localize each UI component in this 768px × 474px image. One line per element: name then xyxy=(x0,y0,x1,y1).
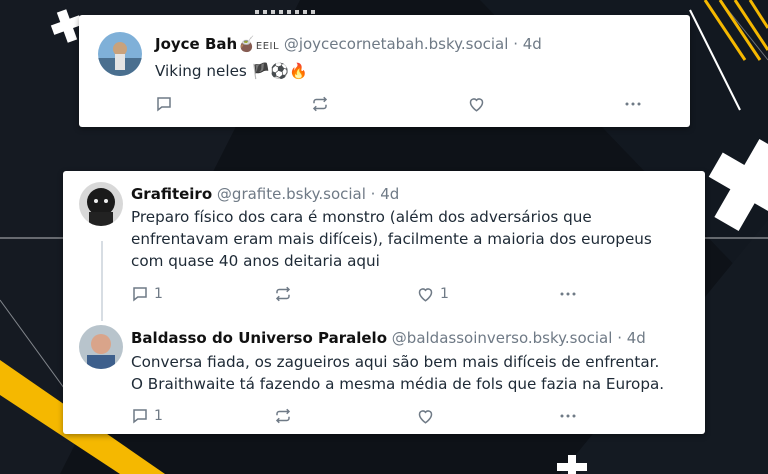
reply-icon xyxy=(133,287,147,302)
author-name[interactable]: Joyce Bah xyxy=(155,35,237,53)
more-button[interactable] xyxy=(623,93,643,115)
post-card: Joyce Bah🧉EEIL @joycecornetabah.bsky.soc… xyxy=(79,15,690,127)
author-handle[interactable]: @grafite.bsky.social xyxy=(217,185,366,203)
reply-button[interactable]: 1 xyxy=(131,405,163,427)
repost-icon xyxy=(312,96,328,112)
post-header: Joyce Bah🧉EEIL @joycecornetabah.bsky.soc… xyxy=(155,34,542,57)
post-emojis: 🏴⚽🔥 xyxy=(251,62,308,80)
repost-button[interactable] xyxy=(273,405,293,427)
author-badge: EEIL xyxy=(255,41,280,52)
avatar[interactable] xyxy=(79,325,123,369)
repost-button[interactable] xyxy=(310,93,330,115)
repost-icon xyxy=(275,286,291,302)
reply-count: 1 xyxy=(154,286,163,302)
post-text: Preparo físico dos cara é monstro (além … xyxy=(131,206,652,272)
more-button[interactable] xyxy=(558,405,578,427)
post-age[interactable]: · 4d xyxy=(371,185,400,203)
post-text-line: O Braithwaite tá fazendo a mesma média d… xyxy=(131,375,665,393)
post-actions xyxy=(155,93,675,115)
reply-icon xyxy=(157,97,171,112)
like-count: 1 xyxy=(440,286,449,302)
more-icon xyxy=(560,414,576,418)
post-header: Baldasso do Universo Paralelo @baldassoi… xyxy=(131,328,646,348)
post-actions: 1 xyxy=(131,405,651,427)
author-name[interactable]: Grafiteiro xyxy=(131,185,212,203)
reply-icon xyxy=(133,409,147,424)
avatar[interactable] xyxy=(79,182,123,226)
repost-button[interactable] xyxy=(273,283,293,305)
post-age[interactable]: · 4d xyxy=(617,329,646,347)
post-text-line: Conversa fiada, os zagueiros aqui são be… xyxy=(131,353,660,371)
post-text: Conversa fiada, os zagueiros aqui são be… xyxy=(131,351,664,395)
more-icon xyxy=(625,102,641,106)
like-icon xyxy=(469,98,484,112)
more-button[interactable] xyxy=(558,283,578,305)
reply-count: 1 xyxy=(154,408,163,424)
like-icon xyxy=(418,410,433,424)
post-text-line: enfrentavam eram mais difíceis), facilme… xyxy=(131,230,652,248)
thread-connector xyxy=(101,241,103,321)
post-text: Viking neles 🏴⚽🔥 xyxy=(155,60,308,82)
repost-icon xyxy=(275,408,291,424)
reply-button[interactable]: 1 xyxy=(131,283,163,305)
like-button[interactable]: 1 xyxy=(416,283,449,305)
thread-card: Grafiteiro @grafite.bsky.social · 4d Pre… xyxy=(63,171,705,434)
mate-icon: 🧉 xyxy=(237,35,256,53)
like-button[interactable] xyxy=(467,93,486,115)
more-icon xyxy=(560,292,576,296)
post-text-content: Viking neles xyxy=(155,62,247,80)
post-actions: 1 1 xyxy=(131,283,651,305)
post-text-line: com quase 40 anos deitaria aqui xyxy=(131,252,380,270)
author-name[interactable]: Baldasso do Universo Paralelo xyxy=(131,329,387,347)
author-handle[interactable]: @joycecornetabah.bsky.social xyxy=(284,35,509,53)
avatar[interactable] xyxy=(98,32,142,76)
author-handle[interactable]: @baldassoinverso.bsky.social xyxy=(392,329,613,347)
post-header: Grafiteiro @grafite.bsky.social · 4d xyxy=(131,184,399,204)
post-text-line: Preparo físico dos cara é monstro (além … xyxy=(131,208,592,226)
like-button[interactable] xyxy=(416,405,435,427)
reply-button[interactable] xyxy=(155,93,173,115)
like-icon xyxy=(418,288,433,302)
post-age[interactable]: · 4d xyxy=(513,35,542,53)
